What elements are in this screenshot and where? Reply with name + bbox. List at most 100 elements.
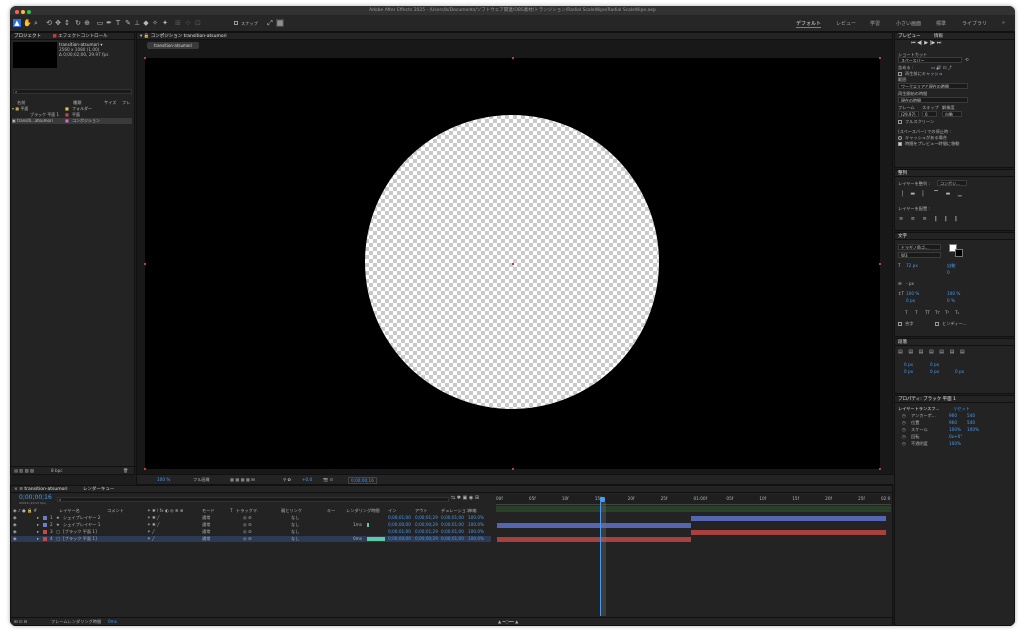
layer-search-input[interactable]: ⌕ bbox=[57, 497, 449, 502]
column-in[interactable]: イン bbox=[388, 508, 396, 513]
view-axis-icon[interactable]: ⊡ bbox=[194, 19, 202, 27]
layer-handle[interactable] bbox=[144, 468, 146, 470]
font-family-dropdown[interactable]: ヒラギノ角ゴ... bbox=[898, 244, 941, 250]
toggle-switches-icon[interactable]: ⊞ ⊡ ⊟ bbox=[14, 619, 27, 624]
list-item[interactable]: ▣ transiti...atsumori ■ コンポジション bbox=[12, 118, 132, 124]
comp-subtab[interactable]: transition-atsumori bbox=[147, 42, 199, 49]
column-name[interactable]: 名前 bbox=[17, 100, 25, 105]
parent-dropdown[interactable]: なし bbox=[291, 536, 299, 541]
layer-name[interactable]: シェイプレイヤー 2 bbox=[63, 515, 100, 520]
timeline-switches-icon[interactable]: ⇆ ✱ ▣ ◉ ⊞ bbox=[451, 496, 479, 501]
stopwatch-icon[interactable]: ◷ bbox=[902, 427, 906, 432]
brush-tool-icon[interactable]: ✎ bbox=[124, 19, 132, 27]
hindi-digits-checkbox[interactable] bbox=[935, 322, 939, 326]
in-point-value[interactable]: 0;00;00;00 bbox=[388, 536, 411, 541]
frame-rate-dropdown[interactable]: (29.97) bbox=[898, 111, 919, 117]
column-track-matte[interactable]: トラックマ. bbox=[236, 508, 258, 513]
pan-camera-icon[interactable]: ✥ bbox=[54, 19, 62, 27]
layer-switch-icons[interactable]: ⚘ ✱ ╱ bbox=[147, 522, 159, 527]
playback-controls[interactable]: ⏮ ◀| ▶ |▶ ⏭ bbox=[911, 41, 941, 46]
workspace-default[interactable]: デフォルト bbox=[796, 20, 822, 28]
project-search-input[interactable]: ⌕ bbox=[13, 89, 132, 94]
faux-italic-button[interactable]: T bbox=[915, 310, 918, 315]
all-caps-button[interactable]: TT bbox=[925, 310, 930, 315]
duration-value[interactable]: 0;00;01;00 bbox=[441, 515, 464, 520]
prop-scale-x[interactable]: 100% bbox=[949, 427, 961, 432]
zoom-slider-icon[interactable]: ▲ ━○━━ ▲ bbox=[498, 619, 518, 624]
current-timecode[interactable]: 0;00;00;16 bbox=[19, 495, 52, 501]
cache-if-available-checkbox[interactable] bbox=[898, 136, 902, 140]
snapshot-icon[interactable]: 📷 ⊙ bbox=[323, 477, 333, 482]
reset-icon[interactable]: ⟲ bbox=[965, 57, 969, 62]
duration-value[interactable]: 0;00;01;00 bbox=[441, 522, 464, 527]
table-row[interactable]: ◉ ▸ 4 ▢ [ブラック 平面 1] ⚘ ╱ 通常 ◎ ⊘ なし 0ms 0;… bbox=[11, 536, 491, 542]
column-t[interactable]: T bbox=[230, 508, 233, 513]
include-icons[interactable]: ▭ 🔊 ⊡ ⤴ bbox=[931, 65, 952, 70]
visibility-icon[interactable]: ◉ bbox=[13, 515, 17, 520]
in-point-value[interactable]: 0;00;00;00 bbox=[388, 522, 411, 527]
layer-mode-dropdown[interactable]: 通常 bbox=[202, 536, 210, 541]
stopwatch-icon[interactable]: ◷ bbox=[902, 434, 906, 439]
expand-chevron-icon[interactable]: ▸ bbox=[37, 529, 39, 534]
tab-project[interactable]: プロジェクト bbox=[14, 34, 41, 39]
zoom-dropdown[interactable]: 100 % bbox=[157, 477, 170, 482]
stopwatch-icon[interactable]: ◷ bbox=[902, 413, 906, 418]
expand-chevron-icon[interactable]: ▸ bbox=[37, 536, 39, 541]
prop-opacity-value[interactable]: 100% bbox=[949, 441, 961, 446]
track-matte-dropdown[interactable]: ◎ ⊘ bbox=[243, 515, 252, 520]
column-layer-name[interactable]: レイヤー名 bbox=[59, 508, 80, 513]
workspace-learn[interactable]: 学習 bbox=[870, 20, 880, 27]
rotate-tool-icon[interactable]: ↻ bbox=[74, 19, 82, 27]
column-duration[interactable]: デュレーション bbox=[441, 508, 470, 513]
expand-chevron-icon[interactable]: ▸ bbox=[37, 522, 39, 527]
close-tab-icon[interactable]: × ≡ bbox=[14, 487, 23, 492]
start-dropdown[interactable]: 現在の時間 bbox=[898, 97, 968, 103]
transform-section[interactable]: レイヤートランスフ... bbox=[898, 406, 939, 411]
visibility-icon[interactable]: ◉ bbox=[13, 536, 17, 541]
layer-name[interactable]: [ブラック 平面 1] bbox=[63, 536, 97, 541]
layer-switch-icons[interactable]: ⚘ ╱ bbox=[147, 536, 155, 541]
exposure-value[interactable]: +0.0 bbox=[302, 477, 312, 482]
tab-timeline-comp[interactable]: transition-atsumori bbox=[24, 487, 68, 492]
faux-bold-button[interactable]: T bbox=[905, 310, 908, 315]
layer-handle[interactable] bbox=[879, 57, 881, 59]
playhead-line[interactable] bbox=[600, 502, 606, 616]
paragraph-align-icon[interactable]: ▤ ▤ ▤ ▤ ▤ ▤ ▤ bbox=[898, 350, 967, 355]
stroke-width-value[interactable]: - px bbox=[906, 281, 914, 286]
indent-first-value[interactable]: 0 px bbox=[904, 369, 913, 374]
new-folder-icon[interactable]: ▤ ▥ ▧ ▨ bbox=[14, 468, 34, 473]
track-matte-dropdown[interactable]: ◎ ⊘ bbox=[243, 536, 252, 541]
layer-mode-dropdown[interactable]: 通常 bbox=[202, 529, 210, 534]
column-comment[interactable]: コメント bbox=[107, 508, 124, 513]
out-point-value[interactable]: 0;00;00;29 bbox=[415, 522, 438, 527]
quality-dropdown[interactable]: フル画質 bbox=[193, 477, 210, 482]
distribute-buttons-icon[interactable]: ≡ ≡ ≡ ‖ ‖ ‖ bbox=[899, 217, 960, 222]
pan-behind-icon[interactable]: ⊕ bbox=[83, 19, 91, 27]
in-point-value[interactable]: 0;00;01;00 bbox=[388, 515, 411, 520]
indent-left-value[interactable]: 0 px bbox=[904, 362, 913, 367]
resolution-dropdown[interactable]: 自動 bbox=[942, 111, 962, 117]
out-point-value[interactable]: 0;00;00;29 bbox=[415, 536, 438, 541]
kerning-value[interactable]: 0 bbox=[947, 270, 950, 275]
layer-switch-icons[interactable]: ⚘ ✱ ╱ bbox=[147, 515, 159, 520]
local-axis-icon[interactable]: ⊞ bbox=[174, 19, 182, 27]
column-mode[interactable]: モード bbox=[202, 508, 215, 513]
tab-composition[interactable]: コンポジション transition-atsumori bbox=[151, 34, 227, 39]
parent-dropdown[interactable]: なし bbox=[291, 529, 299, 534]
workspace-standard[interactable]: 標準 bbox=[936, 20, 946, 27]
stopwatch-icon[interactable]: ◷ bbox=[902, 420, 906, 425]
workspace-small-screen[interactable]: 小さい画面 bbox=[896, 20, 921, 27]
type-tool-icon[interactable]: T bbox=[114, 19, 122, 27]
parent-dropdown[interactable]: なし bbox=[291, 515, 299, 520]
space-before-value[interactable]: 0 px bbox=[930, 362, 939, 367]
layer-handle[interactable] bbox=[512, 57, 514, 59]
column-out[interactable]: アウト bbox=[415, 508, 428, 513]
table-row[interactable]: ◉ ▸ 1 ★ シェイプレイヤー 2 ⚘ ✱ ╱ 通常 ◎ ⊘ なし 0;00;… bbox=[11, 515, 491, 521]
layer-bar[interactable] bbox=[497, 537, 691, 542]
visibility-icon[interactable]: ◉ bbox=[13, 522, 17, 527]
align-to-dropdown[interactable]: コンポジ... bbox=[937, 180, 967, 186]
font-size-value[interactable]: 72 px bbox=[906, 263, 918, 268]
rectangle-tool-icon[interactable]: ▭ bbox=[96, 19, 104, 27]
stretch-value[interactable]: 100.0% bbox=[468, 522, 484, 527]
layer-bar[interactable] bbox=[691, 530, 886, 535]
